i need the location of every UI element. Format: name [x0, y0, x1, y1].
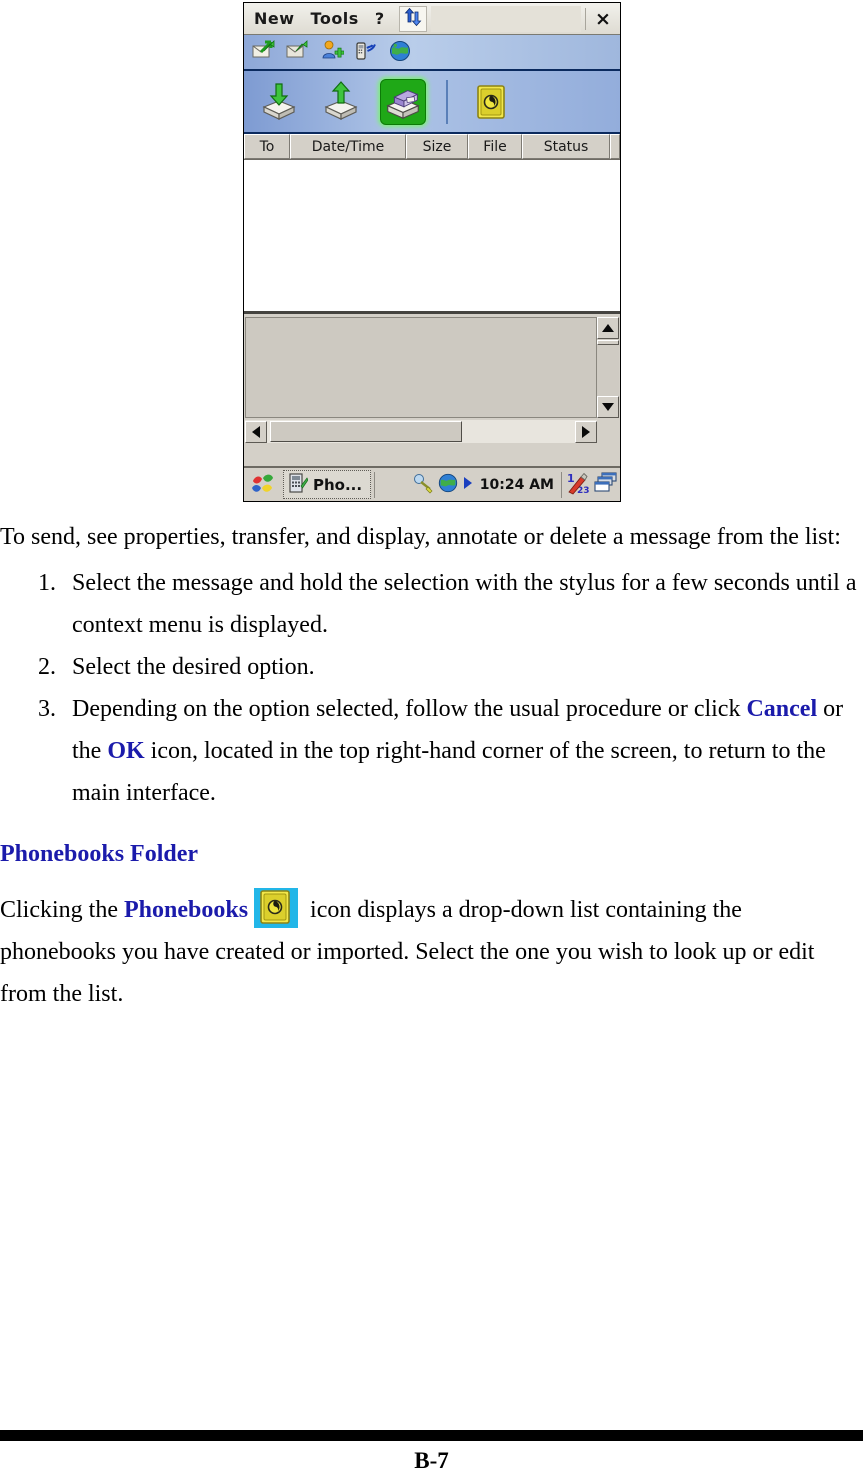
windows-start-icon[interactable]: [246, 470, 280, 500]
page-number: B-7: [414, 1448, 449, 1473]
system-tray: 10:24 AM 1 23: [411, 470, 618, 500]
column-header-status[interactable]: Status: [522, 134, 610, 159]
column-header-spacer: [610, 134, 620, 159]
sync-arrows-icon: [403, 7, 423, 31]
taskbar-button-phonebook[interactable]: Pho...: [283, 470, 372, 499]
add-contact-icon[interactable]: [320, 39, 345, 65]
cancel-reference: Cancel: [746, 696, 818, 722]
vertical-scrollbar[interactable]: [597, 317, 619, 418]
connection-icon[interactable]: [411, 472, 433, 498]
step-1: Select the message and hold the selectio…: [0, 562, 863, 646]
procedure-steps: Select the message and hold the selectio…: [0, 562, 863, 814]
menu-item-new[interactable]: New: [244, 4, 303, 34]
taskbar: Pho... 10:24 AM 1 23: [244, 466, 620, 501]
main-toolbar: [244, 71, 620, 134]
phonebooks-paragraph-part1: Clicking the: [0, 897, 124, 923]
input-panel-icon[interactable]: 1 23: [566, 471, 590, 499]
mobile-signal-icon[interactable]: [354, 39, 378, 65]
step-3-text-part3: icon, located in the top right-hand corn…: [72, 738, 826, 806]
arrow-right-glyph: [582, 425, 590, 438]
svg-text:1: 1: [567, 472, 575, 485]
horizontal-scroll-thumb[interactable]: [270, 421, 462, 442]
phonebooks-reference: Phonebooks: [123, 897, 249, 923]
toolbar-divider: [446, 79, 448, 124]
close-icon[interactable]: ×: [586, 4, 620, 34]
archive-button[interactable]: [380, 78, 426, 125]
scroll-down-arrow[interactable]: [597, 396, 619, 418]
menu-item-help[interactable]: ?: [367, 4, 393, 34]
window-switcher-icon[interactable]: [594, 471, 618, 498]
pda-screenshot: New Tools ? × To Date/Time Size File Sta…: [243, 2, 621, 502]
icon-toolbar: [244, 35, 620, 71]
message-list[interactable]: [244, 160, 620, 314]
phonebooks-button[interactable]: [468, 79, 514, 125]
phonebooks-icon: [254, 888, 299, 928]
ok-reference: OK: [107, 738, 145, 764]
globe-icon[interactable]: [437, 472, 459, 498]
section-heading: Phonebooks Folder: [0, 841, 199, 867]
intro-paragraph: To send, see properties, transfer, and d…: [0, 524, 841, 550]
menu-item-tools[interactable]: Tools: [303, 4, 367, 34]
step-1-text: Select the message and hold the selectio…: [72, 570, 857, 638]
scroll-right-arrow[interactable]: [575, 420, 597, 443]
column-header-datetime[interactable]: Date/Time: [290, 134, 406, 159]
column-header-file[interactable]: File: [468, 134, 522, 159]
inbox-button[interactable]: [256, 79, 302, 125]
document-body: To send, see properties, transfer, and d…: [0, 516, 863, 1015]
arrow-left-glyph: [252, 425, 260, 438]
sync-button[interactable]: [398, 5, 427, 32]
send-message-icon[interactable]: [252, 39, 276, 65]
list-column-header: To Date/Time Size File Status: [244, 134, 620, 160]
play-arrow-icon[interactable]: [463, 475, 473, 494]
preview-pane: [244, 314, 620, 445]
outbox-button[interactable]: [318, 79, 364, 125]
column-header-size[interactable]: Size: [406, 134, 468, 159]
preview-pane-body[interactable]: [245, 317, 597, 418]
taskbar-button-label: Pho...: [313, 475, 363, 494]
phone-app-icon: [288, 472, 309, 498]
taskbar-divider: [374, 471, 376, 498]
tray-divider: [561, 471, 562, 498]
step-2-text: Select the desired option.: [72, 654, 315, 680]
horizontal-scrollbar[interactable]: [245, 420, 597, 443]
scroll-up-arrow[interactable]: [597, 317, 619, 339]
step-3: Depending on the option selected, follow…: [0, 688, 863, 814]
scroll-left-arrow[interactable]: [245, 420, 267, 443]
menu-bar: New Tools ? ×: [244, 3, 620, 35]
globe-icon[interactable]: [388, 39, 412, 65]
column-header-to[interactable]: To: [244, 134, 290, 159]
step-3-text-part1: Depending on the option selected, follow…: [72, 696, 747, 722]
reply-message-icon[interactable]: [286, 39, 310, 65]
arrow-down-glyph: [602, 403, 614, 411]
menubar-filler: [430, 5, 581, 32]
step-2: Select the desired option.: [0, 646, 863, 688]
arrow-up-glyph: [602, 324, 614, 332]
phonebooks-paragraph: Clicking the Phonebooks icon displays a …: [0, 888, 863, 1015]
vertical-scroll-thumb[interactable]: [597, 340, 619, 345]
footer-rule: [0, 1430, 863, 1441]
taskbar-clock[interactable]: 10:24 AM: [477, 477, 557, 493]
